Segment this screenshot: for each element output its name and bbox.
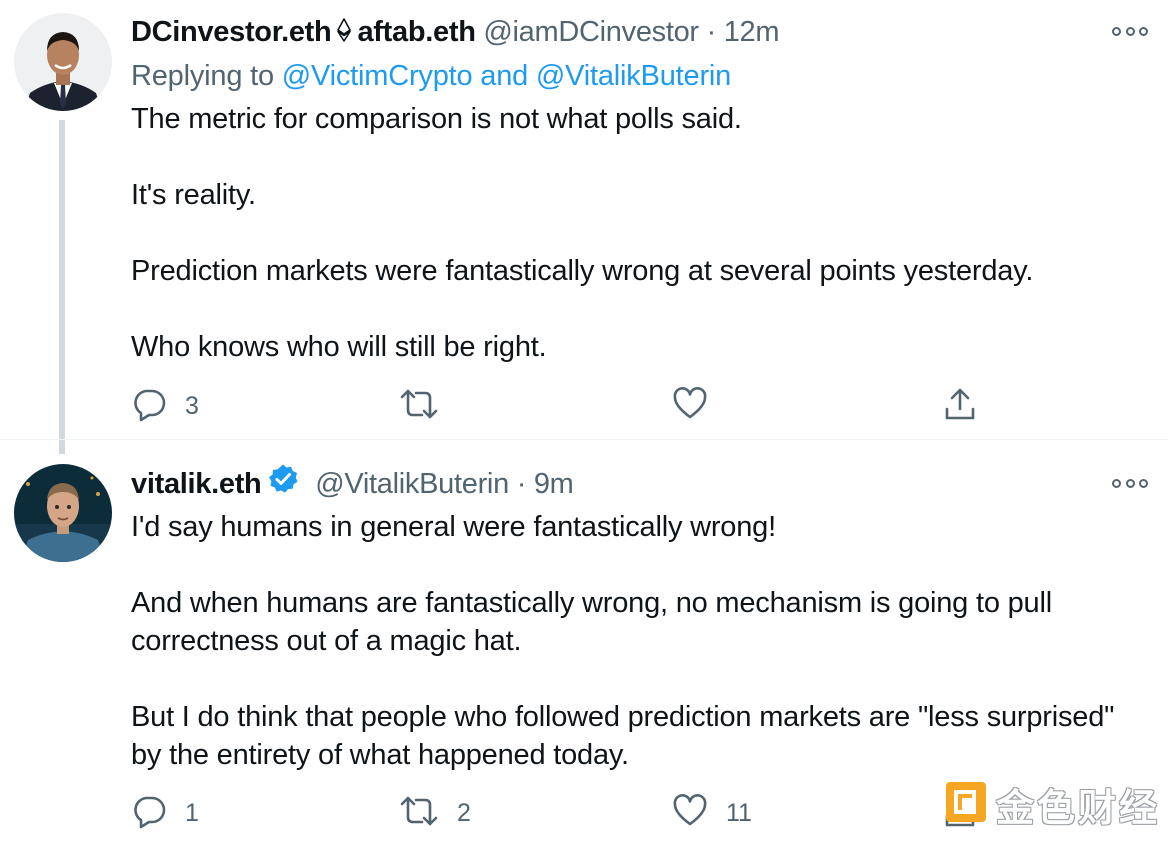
tweet-paragraph: I'd say humans in general were fantastic… [131,511,776,543]
separator: · [706,16,717,48]
tweet-vitalik[interactable]: vitalik.eth @VitalikButerin · 9m I'd say… [0,440,1168,844]
tweet-paragraph: And when humans are fantastically wrong,… [131,587,1052,657]
heart-icon [672,386,708,427]
replying-prefix: Replying to [131,60,274,92]
verified-badge-icon [267,463,299,507]
like-button[interactable] [672,384,726,428]
display-name-suffix[interactable]: aftab.eth [357,16,475,48]
share-icon [942,793,978,834]
thread-line [59,120,65,454]
more-dot [1139,478,1148,488]
tweet-text: I'd say humans in general were fantastic… [131,508,1141,774]
replying-to: Replying to @VictimCrypto and @VitalikBu… [131,55,731,97]
share-button[interactable] [942,791,978,835]
retweet-button[interactable]: 2 [399,791,471,835]
retweet-icon [399,386,439,427]
tweet-paragraph: Prediction markets were fantastically wr… [131,255,1034,287]
user-handle[interactable]: @VitalikButerin [315,468,509,500]
display-name[interactable]: DCinvestor.eth [131,16,332,48]
tweet-text: The metric for comparison is not what po… [131,100,1141,366]
share-button[interactable] [942,384,978,428]
tweet-paragraph: It's reality. [131,179,256,211]
tweet-paragraph: Who knows who will still be right. [131,331,547,363]
more-dot [1139,26,1148,36]
more-dot [1112,26,1121,36]
like-button[interactable]: 11 [672,791,752,835]
share-icon [942,386,978,427]
reply-icon [131,793,167,834]
more-dot [1125,26,1135,36]
retweet-count: 2 [457,798,471,827]
more-options-button[interactable] [1112,471,1148,495]
timestamp[interactable]: 12m [724,16,780,48]
retweet-icon [399,793,439,834]
ethereum-icon [337,12,352,54]
reply-count: 1 [185,798,199,827]
tweet-paragraph: But I do think that people who followed … [131,701,1115,771]
avatar-vitalik[interactable] [14,464,112,562]
retweet-button[interactable] [399,384,457,428]
avatar-dcinvestor[interactable] [14,13,112,111]
display-name[interactable]: vitalik.eth [131,468,262,500]
heart-icon [672,793,708,834]
replying-to-link[interactable]: @VictimCrypto and @VitalikButerin [282,60,732,92]
separator: · [516,468,527,500]
more-options-button[interactable] [1112,19,1148,43]
tweet-header: vitalik.eth @VitalikButerin · 9m [131,463,1108,505]
tweet-actions: 3 [131,384,1011,428]
tweet-dcinvestor[interactable]: DCinvestor.eth aftab.eth @iamDCinvestor ·… [0,0,1168,454]
reply-button[interactable]: 1 [131,791,199,835]
timestamp[interactable]: 9m [534,468,574,500]
reply-button[interactable]: 3 [131,384,199,428]
reply-icon [131,386,167,427]
tweet-header: DCinvestor.eth aftab.eth @iamDCinvestor ·… [131,11,1108,53]
reply-count: 3 [185,391,199,420]
more-dot [1125,478,1135,488]
user-handle[interactable]: @iamDCinvestor [483,16,699,48]
like-count: 11 [726,798,752,827]
tweet-paragraph: The metric for comparison is not what po… [131,103,742,135]
tweet-actions: 1 2 11 [131,791,1011,835]
more-dot [1112,478,1121,488]
